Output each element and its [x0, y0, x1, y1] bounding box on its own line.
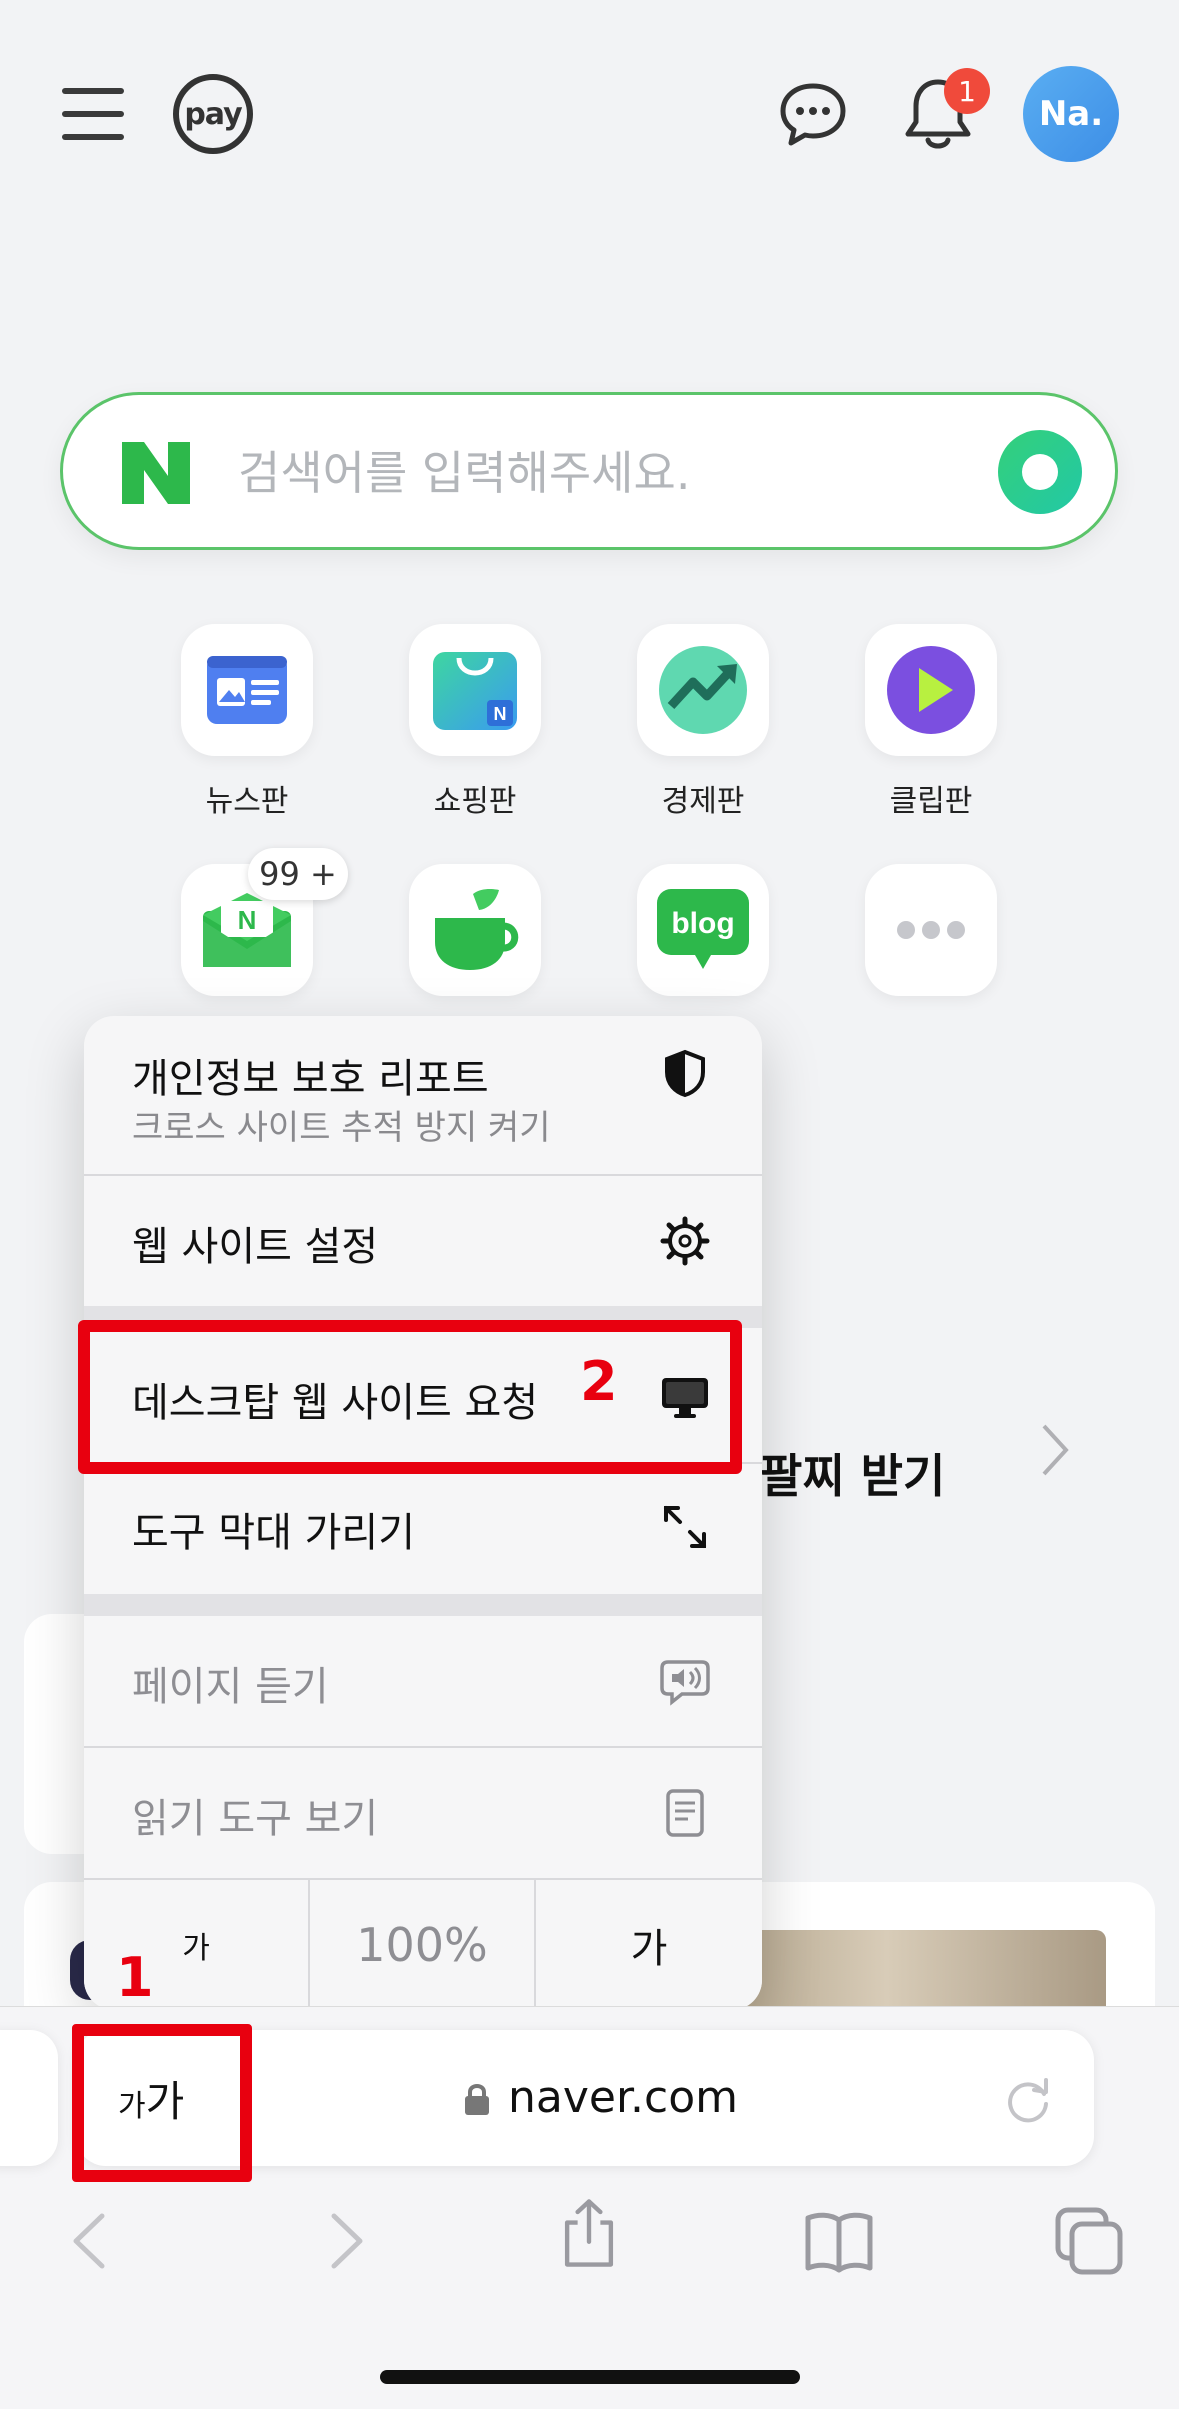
menu-hamburger-icon[interactable]: [62, 88, 124, 140]
hide-toolbar-label: 도구 막대 가리기: [132, 1510, 416, 1556]
green-dot-lens-button[interactable]: [998, 430, 1082, 514]
cafe-app-icon[interactable]: [409, 864, 541, 996]
zoom-level: 100%: [356, 1918, 488, 1972]
gear-icon: [660, 1216, 710, 1266]
chat-icon[interactable]: [778, 80, 848, 150]
tabs-overview-icon[interactable]: [1054, 2206, 1124, 2276]
app-label-shopping: 쇼핑판: [433, 784, 517, 819]
lock-icon: [465, 2084, 489, 2115]
annotation-highlight-box: [78, 1320, 742, 1474]
avatar[interactable]: Na.: [1023, 66, 1119, 162]
svg-text:blog: blog: [671, 907, 734, 940]
page-menu-popup: 개인정보 보호 리포트 크로스 사이트 추적 방지 켜기 웹 사이트 설정 데스…: [84, 1016, 762, 2010]
listen-page-label: 페이지 듣기: [132, 1664, 329, 1710]
notification-badge: 1: [944, 68, 990, 114]
shield-icon: [665, 1049, 705, 1098]
home-indicator: [380, 2370, 800, 2384]
blog-app-icon[interactable]: blog: [637, 864, 769, 996]
bookmarks-book-icon[interactable]: [804, 2206, 874, 2276]
clip-app-icon[interactable]: [865, 624, 997, 756]
svg-text:N: N: [494, 704, 507, 724]
url-text[interactable]: naver.com: [508, 2072, 738, 2123]
mail-count-badge: 99 +: [248, 848, 348, 900]
annotation-highlight-box: [72, 2024, 252, 2182]
shopping-app-icon[interactable]: N: [409, 624, 541, 756]
reader-view-item[interactable]: 읽기 도구 보기: [84, 1748, 762, 1878]
annotation-step-1: 1: [116, 1946, 154, 2009]
pay-logo[interactable]: pay: [173, 74, 253, 154]
back-chevron-icon[interactable]: [56, 2206, 126, 2276]
website-settings-label: 웹 사이트 설정: [132, 1224, 379, 1270]
annotation-step-2: 2: [580, 1350, 618, 1413]
reload-icon[interactable]: [1000, 2072, 1056, 2128]
app-label-clip: 클립판: [889, 784, 973, 819]
forward-chevron-icon[interactable]: [310, 2206, 380, 2276]
increase-font-button[interactable]: 가: [536, 1880, 762, 2010]
listen-page-item[interactable]: 페이지 듣기: [84, 1616, 762, 1746]
hide-toolbar-item[interactable]: 도구 막대 가리기: [84, 1464, 762, 1594]
naver-n-logo-icon: [122, 442, 190, 504]
reader-document-icon: [666, 1789, 704, 1837]
economy-app-icon[interactable]: [637, 624, 769, 756]
privacy-report-item[interactable]: 개인정보 보호 리포트 크로스 사이트 추적 방지 켜기: [84, 1016, 762, 1174]
share-icon[interactable]: [554, 2198, 624, 2268]
app-label-economy: 경제판: [661, 784, 745, 819]
website-settings-item[interactable]: 웹 사이트 설정: [84, 1176, 762, 1306]
speaker-bubble-icon: [660, 1660, 710, 1706]
more-apps-icon[interactable]: [865, 864, 997, 996]
chevron-right-icon: [1042, 1424, 1069, 1476]
privacy-report-subtitle: 크로스 사이트 추적 방지 켜기: [132, 1108, 551, 1148]
promo-banner-text[interactable]: 팔찌 받기: [760, 1440, 945, 1506]
font-size-row: 가 100% 가: [84, 1880, 762, 2010]
news-app-icon[interactable]: [181, 624, 313, 756]
search-input[interactable]: 검색어를 입력해주세요.: [238, 440, 690, 506]
svg-text:N: N: [238, 905, 257, 935]
previous-tab-preview[interactable]: [0, 2030, 58, 2166]
reader-view-label: 읽기 도구 보기: [132, 1796, 379, 1842]
privacy-report-title: 개인정보 보호 리포트: [132, 1056, 489, 1102]
expand-arrows-icon: [664, 1506, 706, 1548]
app-label-news: 뉴스판: [205, 784, 289, 819]
